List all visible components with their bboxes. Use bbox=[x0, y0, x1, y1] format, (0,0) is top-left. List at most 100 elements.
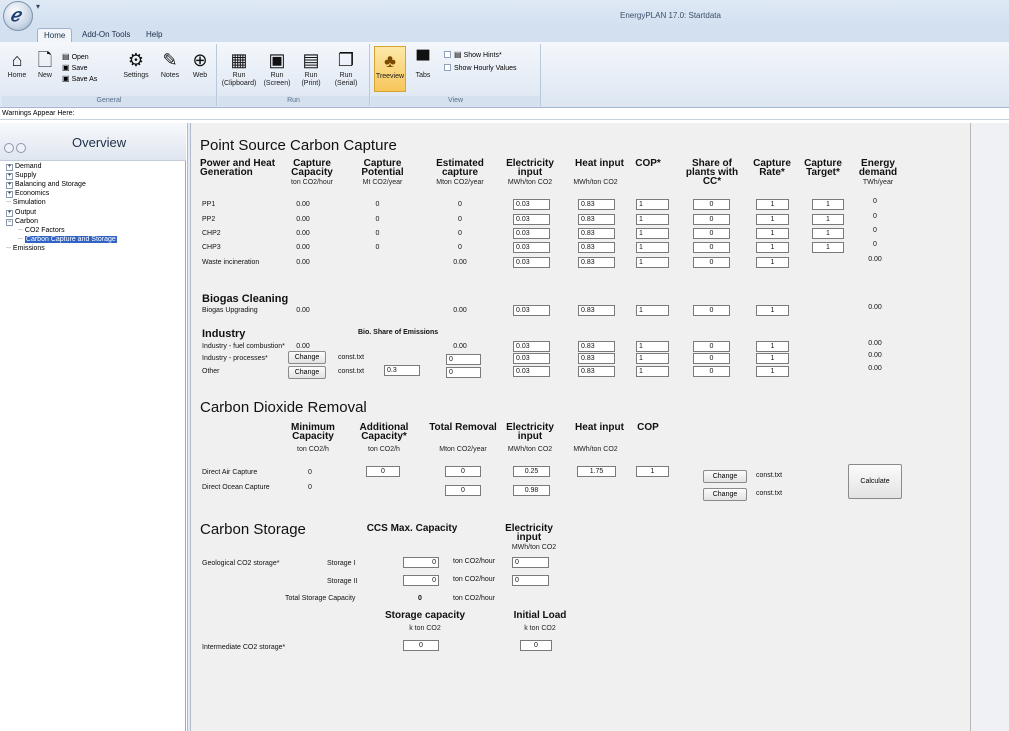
collapse-icon[interactable]: − bbox=[6, 218, 13, 226]
collapse-right-icon[interactable] bbox=[16, 143, 26, 153]
share-cc-input[interactable]: 0 bbox=[693, 228, 730, 239]
open-button[interactable]: ▤ Open bbox=[62, 52, 89, 62]
additional-capacity-input[interactable]: 0 bbox=[366, 466, 400, 477]
share-cc-input[interactable]: 0 bbox=[693, 199, 730, 210]
save-as-button[interactable]: ▣ Save As bbox=[62, 74, 97, 84]
share-cc-input[interactable]: 0 bbox=[693, 242, 730, 253]
estimated-capture-input[interactable]: 0 bbox=[446, 367, 481, 378]
tree-item-balancing-and-storage[interactable]: + Balancing and Storage bbox=[6, 180, 86, 190]
cop-input[interactable]: 1 bbox=[636, 214, 669, 225]
capture-target-input[interactable]: 1 bbox=[812, 228, 844, 239]
electricity-input-field[interactable]: 0.03 bbox=[513, 366, 550, 377]
share-cc-input[interactable]: 0 bbox=[693, 341, 730, 352]
heat-input-field[interactable]: 0.83 bbox=[578, 305, 615, 316]
heat-input-field[interactable]: 0.83 bbox=[578, 199, 615, 210]
capture-rate-input[interactable]: 1 bbox=[756, 242, 789, 253]
tab-help[interactable]: Help bbox=[140, 28, 168, 42]
tree-item-emissions[interactable]: ─ Emissions bbox=[6, 244, 45, 253]
expand-icon[interactable]: + bbox=[6, 191, 13, 199]
tree-item-economics[interactable]: + Economics bbox=[6, 189, 49, 199]
heat-input-field[interactable]: 0.83 bbox=[578, 257, 615, 268]
tree-item-carbon-capture-and-storage[interactable]: ─ Carbon Capture and Storage bbox=[18, 235, 117, 244]
storage-1-input[interactable]: 0 bbox=[403, 557, 439, 568]
electricity-input-field[interactable]: 0.03 bbox=[513, 257, 550, 268]
storage-2-electricity-input[interactable]: 0 bbox=[512, 575, 549, 586]
cdr-cop-input[interactable]: 1 bbox=[636, 466, 669, 477]
collapse-left-icon[interactable] bbox=[4, 143, 14, 153]
cop-input[interactable]: 1 bbox=[636, 353, 669, 364]
capture-rate-input[interactable]: 1 bbox=[756, 341, 789, 352]
calculate-button[interactable]: Calculate bbox=[848, 464, 902, 499]
capture-target-input[interactable]: 1 bbox=[812, 214, 844, 225]
web-button[interactable]: ⊕ Web bbox=[187, 50, 213, 80]
storage-1-electricity-input[interactable]: 0 bbox=[512, 557, 549, 568]
cdr-electricity-input[interactable]: 0.25 bbox=[513, 466, 550, 477]
show-hourly-checkbox[interactable] bbox=[444, 64, 451, 71]
tree-item-simulation[interactable]: ─ Simulation bbox=[6, 198, 46, 207]
share-cc-input[interactable]: 0 bbox=[693, 257, 730, 268]
change-button[interactable]: Change bbox=[288, 366, 326, 379]
show-hints-checkbox[interactable] bbox=[444, 51, 451, 58]
capture-rate-input[interactable]: 1 bbox=[756, 228, 789, 239]
cdr-electricity-input[interactable]: 0.98 bbox=[513, 485, 550, 496]
capture-rate-input[interactable]: 1 bbox=[756, 353, 789, 364]
heat-input-field[interactable]: 0.83 bbox=[578, 353, 615, 364]
share-cc-input[interactable]: 0 bbox=[693, 305, 730, 316]
heat-input-field[interactable]: 0.83 bbox=[578, 214, 615, 225]
run-serial-button[interactable]: ❐ Run (Serial) bbox=[330, 50, 362, 88]
capture-target-input[interactable]: 1 bbox=[812, 199, 844, 210]
change-button[interactable]: Change bbox=[703, 488, 747, 501]
tab-home[interactable]: Home bbox=[37, 28, 73, 42]
change-button[interactable]: Change bbox=[703, 470, 747, 483]
electricity-input-field[interactable]: 0.03 bbox=[513, 353, 550, 364]
cdr-heat-input[interactable]: 1.75 bbox=[577, 466, 616, 477]
capture-rate-input[interactable]: 1 bbox=[756, 257, 789, 268]
capture-rate-input[interactable]: 1 bbox=[756, 366, 789, 377]
electricity-input-field[interactable]: 0.03 bbox=[513, 341, 550, 352]
expand-icon[interactable]: + bbox=[6, 164, 13, 171]
electricity-input-field[interactable]: 0.03 bbox=[513, 228, 550, 239]
cop-input[interactable]: 1 bbox=[636, 341, 669, 352]
run-clipboard-button[interactable]: ▦ Run (Clipboard) bbox=[220, 50, 258, 88]
bio-share-input[interactable]: 0.3 bbox=[384, 365, 420, 376]
tree-item-co2-factors[interactable]: ─ CO2 Factors bbox=[18, 226, 65, 235]
new-button[interactable]: 🗋 New bbox=[32, 50, 58, 80]
expand-icon[interactable]: + bbox=[6, 209, 13, 217]
heat-input-field[interactable]: 0.83 bbox=[578, 341, 615, 352]
change-button[interactable]: Change bbox=[288, 351, 326, 364]
show-hints-toggle[interactable]: ▤ Show Hints* bbox=[444, 50, 502, 60]
cop-input[interactable]: 1 bbox=[636, 199, 669, 210]
tab-add-on-tools[interactable]: Add-On Tools bbox=[76, 28, 136, 42]
quick-access-dropdown-icon[interactable]: ▾ bbox=[36, 2, 40, 11]
run-screen-button[interactable]: ▣ Run (Screen) bbox=[261, 50, 293, 88]
save-button[interactable]: ▣ Save bbox=[62, 63, 88, 73]
tree-item-output[interactable]: + Output bbox=[6, 208, 36, 217]
cop-input[interactable]: 1 bbox=[636, 242, 669, 253]
total-removal-input[interactable]: 0 bbox=[445, 485, 481, 496]
heat-input-field[interactable]: 0.83 bbox=[578, 366, 615, 377]
electricity-input-field[interactable]: 0.03 bbox=[513, 242, 550, 253]
capture-rate-input[interactable]: 1 bbox=[756, 199, 789, 210]
electricity-input-field[interactable]: 0.03 bbox=[513, 305, 550, 316]
capture-rate-input[interactable]: 1 bbox=[756, 214, 789, 225]
total-removal-input[interactable]: 0 bbox=[445, 466, 481, 477]
cop-input[interactable]: 1 bbox=[636, 228, 669, 239]
heat-input-field[interactable]: 0.83 bbox=[578, 242, 615, 253]
intermediate-capacity-input[interactable]: 0 bbox=[403, 640, 439, 651]
electricity-input-field[interactable]: 0.03 bbox=[513, 214, 550, 225]
cop-input[interactable]: 1 bbox=[636, 366, 669, 377]
tree-item-supply[interactable]: + Supply bbox=[6, 171, 36, 181]
expand-icon[interactable]: + bbox=[6, 173, 13, 181]
intermediate-initial-input[interactable]: 0 bbox=[520, 640, 552, 651]
capture-target-input[interactable]: 1 bbox=[812, 242, 844, 253]
cop-input[interactable]: 1 bbox=[636, 257, 669, 268]
electricity-input-field[interactable]: 0.03 bbox=[513, 199, 550, 210]
show-hourly-toggle[interactable]: Show Hourly Values bbox=[444, 64, 517, 73]
settings-button[interactable]: ⚙ Settings bbox=[120, 50, 152, 80]
expand-icon[interactable]: + bbox=[6, 182, 13, 190]
cop-input[interactable]: 1 bbox=[636, 305, 669, 316]
tree-item-demand[interactable]: + Demand bbox=[6, 162, 41, 171]
run-print-button[interactable]: ▤ Run (Print) bbox=[296, 50, 326, 88]
estimated-capture-input[interactable]: 0 bbox=[446, 354, 481, 365]
storage-2-input[interactable]: 0 bbox=[403, 575, 439, 586]
